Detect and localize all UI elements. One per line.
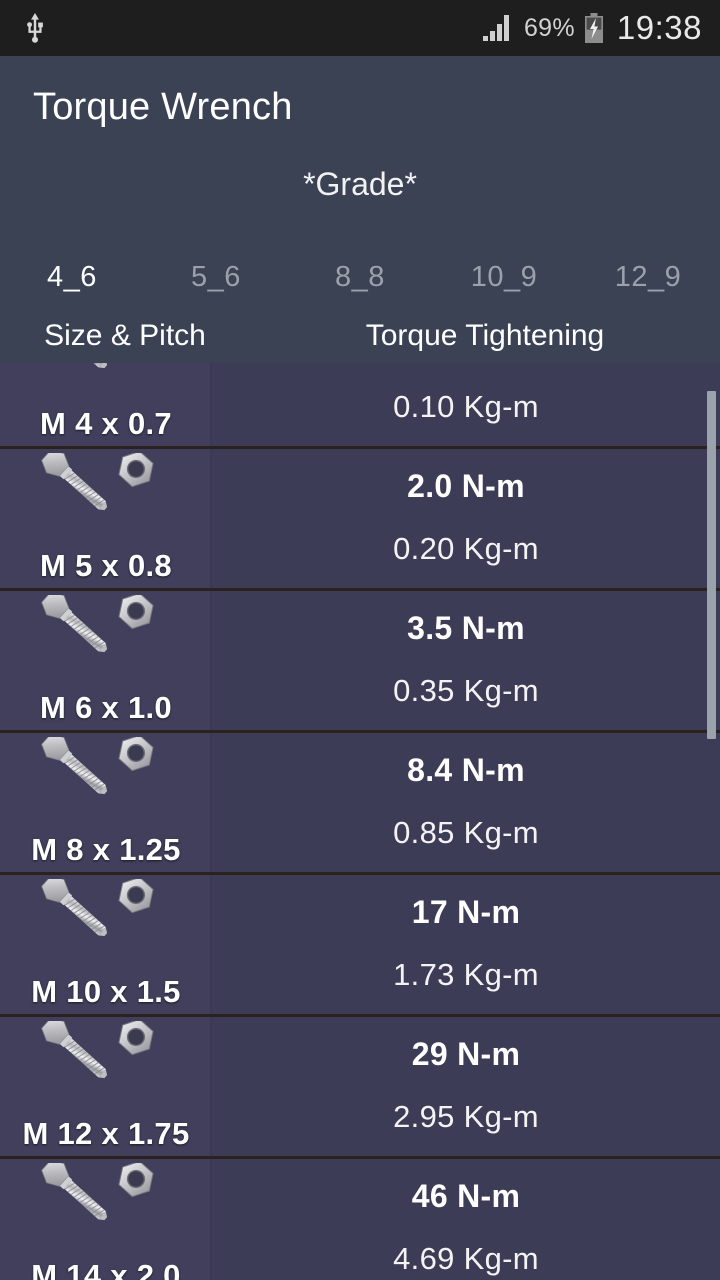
table-row[interactable]: M 10 x 1.5 17 N-m 1.73 Kg-m — [0, 875, 720, 1017]
size-pitch-label: M 10 x 1.5 — [31, 974, 181, 1009]
grade-subtitle: *Grade* — [303, 166, 417, 202]
app-root: 69% 19:38 Torque Wrench *Grade* 4_6 5_6 … — [0, 0, 720, 1280]
signal-bars-icon — [482, 15, 509, 41]
tab-label: 4_6 — [47, 260, 97, 293]
torque-kgm-value: 4.69 Kg-m — [393, 1241, 539, 1276]
table-row[interactable]: M 14 x 2.0 46 N-m 4.69 Kg-m — [0, 1159, 720, 1280]
torque-kgm-value: 0.20 Kg-m — [393, 531, 539, 566]
size-pitch-cell: M 5 x 0.8 — [0, 449, 212, 588]
table-row[interactable]: M 5 x 0.8 2.0 N-m 0.20 Kg-m — [0, 449, 720, 591]
status-bar-left — [22, 13, 48, 43]
torque-nm-value: 29 N-m — [411, 1036, 521, 1072]
tab-8_8[interactable]: 8_8 — [288, 246, 432, 308]
page-title: Torque Wrench — [33, 86, 293, 128]
size-pitch-cell: M 14 x 2.0 — [0, 1159, 212, 1280]
column-header-size-pitch: Size & Pitch — [44, 318, 206, 352]
torque-kgm-value: 0.85 Kg-m — [393, 815, 539, 850]
torque-cell: 2.0 N-m 0.20 Kg-m — [212, 449, 720, 588]
torque-cell: 17 N-m 1.73 Kg-m — [212, 875, 720, 1014]
table-row[interactable]: M 4 x 0.7 1.0 N-m 0.10 Kg-m — [0, 363, 720, 449]
status-bar-right: 69% 19:38 — [481, 9, 702, 47]
tab-label: 12_9 — [614, 260, 682, 293]
bolt-and-nut-icon — [41, 1021, 154, 1079]
size-pitch-cell: M 8 x 1.25 — [0, 733, 212, 872]
tab-5_6[interactable]: 5_6 — [144, 246, 288, 308]
tab-4_6[interactable]: 4_6 — [0, 246, 144, 308]
torque-kgm-value: 0.10 Kg-m — [393, 389, 539, 424]
bolt-and-nut-icon — [41, 595, 154, 653]
tab-label: 10_9 — [470, 260, 538, 293]
torque-cell: 8.4 N-m 0.85 Kg-m — [212, 733, 720, 872]
size-pitch-label: M 12 x 1.75 — [22, 1116, 190, 1151]
status-bar: 69% 19:38 — [0, 0, 720, 56]
bolt-and-nut-icon — [64, 363, 108, 369]
battery-charging-icon — [584, 13, 603, 43]
table-row[interactable]: M 6 x 1.0 3.5 N-m 0.35 Kg-m — [0, 591, 720, 733]
grade-tab-bar: 4_6 5_6 8_8 10_9 12_9 — [0, 246, 720, 314]
bolt-and-nut-icon — [41, 1163, 154, 1221]
table-row[interactable]: M 8 x 1.25 8.4 N-m 0.85 Kg-m — [0, 733, 720, 875]
size-pitch-label: M 5 x 0.8 — [40, 548, 172, 583]
battery-percent-label: 69% — [523, 13, 575, 42]
tab-label: 5_6 — [191, 260, 241, 293]
torque-nm-value: 3.5 N-m — [407, 610, 525, 646]
table-rows-container: M 4 x 0.7 1.0 N-m 0.10 Kg-m — [0, 363, 720, 1280]
torque-nm-value: 2.0 N-m — [407, 468, 525, 504]
tab-12_9[interactable]: 12_9 — [576, 246, 720, 308]
column-header-torque: Torque Tightening — [365, 318, 605, 352]
column-header-row: Size & Pitch Torque Tightening — [0, 308, 720, 363]
size-pitch-label: M 4 x 0.7 — [40, 406, 172, 441]
clock-label: 19:38 — [616, 9, 702, 46]
torque-kgm-value: 1.73 Kg-m — [393, 957, 539, 992]
vertical-scrollbar[interactable] — [707, 391, 716, 739]
size-pitch-label: M 8 x 1.25 — [31, 832, 181, 867]
size-pitch-cell: M 10 x 1.5 — [0, 875, 212, 1014]
tab-10_9[interactable]: 10_9 — [432, 246, 576, 308]
torque-cell: 29 N-m 2.95 Kg-m — [212, 1017, 720, 1156]
torque-nm-value: 17 N-m — [411, 894, 521, 930]
usb-icon — [27, 13, 43, 43]
size-pitch-cell: M 4 x 0.7 — [0, 363, 212, 446]
size-pitch-cell: M 12 x 1.75 — [0, 1017, 212, 1156]
size-pitch-cell: M 6 x 1.0 — [0, 591, 212, 730]
app-bar: Torque Wrench *Grade* 4_6 5_6 8_8 10_9 1… — [0, 56, 720, 314]
bolt-and-nut-icon — [41, 453, 154, 511]
tab-label: 8_8 — [335, 260, 385, 293]
bolt-and-nut-icon — [41, 879, 154, 937]
torque-cell: 46 N-m 4.69 Kg-m — [212, 1159, 720, 1280]
torque-nm-value: 46 N-m — [411, 1178, 521, 1214]
torque-cell: 1.0 N-m 0.10 Kg-m — [212, 363, 720, 446]
size-pitch-label: M 6 x 1.0 — [40, 690, 172, 725]
torque-kgm-value: 2.95 Kg-m — [393, 1099, 539, 1134]
torque-table[interactable]: M 4 x 0.7 1.0 N-m 0.10 Kg-m — [0, 363, 720, 1280]
table-row[interactable]: M 12 x 1.75 29 N-m 2.95 Kg-m — [0, 1017, 720, 1159]
torque-kgm-value: 0.35 Kg-m — [393, 673, 539, 708]
torque-cell: 3.5 N-m 0.35 Kg-m — [212, 591, 720, 730]
size-pitch-label: M 14 x 2.0 — [31, 1258, 181, 1280]
bolt-and-nut-icon — [41, 737, 154, 795]
torque-nm-value: 8.4 N-m — [407, 752, 525, 788]
